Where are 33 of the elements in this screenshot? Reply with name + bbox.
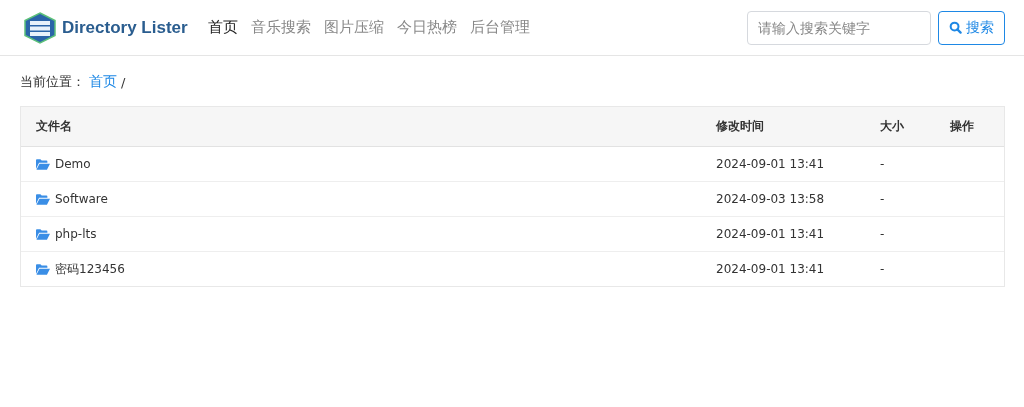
folder-link[interactable]: Demo <box>55 157 91 171</box>
column-header: 文件名 <box>35 118 73 135</box>
folder-link[interactable]: Software <box>55 192 108 206</box>
folder-link[interactable]: 密码123456 <box>55 260 125 278</box>
search-button[interactable]: 搜索 <box>938 10 1005 45</box>
nav-link[interactable]: 今日热榜 <box>397 18 457 37</box>
logo-icon <box>22 11 58 44</box>
table-cell-text: - <box>880 262 886 276</box>
table-cell-text: 2024-09-01 13:41 <box>716 227 826 241</box>
folder-link[interactable]: php-lts <box>55 227 97 241</box>
table-cell-text: - <box>880 157 886 171</box>
search-icon <box>949 21 962 34</box>
table-cell-text: 2024-09-01 13:41 <box>716 157 826 171</box>
table-cell-text: 2024-09-03 13:58 <box>716 192 826 206</box>
folder-icon <box>36 193 50 205</box>
column-header: 操作 <box>950 118 974 135</box>
nav-link[interactable]: 音乐搜索 <box>251 18 311 37</box>
nav-link[interactable]: 首页 <box>208 18 238 37</box>
nav-link[interactable]: 图片压缩 <box>324 18 384 37</box>
brand-name[interactable]: Directory Lister <box>62 17 188 38</box>
table-cell-text: 2024-09-01 13:41 <box>716 262 826 276</box>
column-header: 修改时间 <box>716 118 765 135</box>
table-cell-text: - <box>880 192 886 206</box>
folder-icon <box>36 263 50 275</box>
breadcrumb-link[interactable]: 首页 <box>89 73 117 91</box>
breadcrumb-label: 当前位置： <box>20 73 85 91</box>
search-field[interactable]: 请输入搜索关键字 <box>747 10 931 45</box>
folder-icon <box>36 158 50 170</box>
table-cell-text: - <box>880 227 886 241</box>
nav-link[interactable]: 后台管理 <box>470 18 530 37</box>
column-header: 大小 <box>880 118 905 135</box>
folder-icon <box>36 228 50 240</box>
breadcrumb-separator: / <box>121 74 126 90</box>
